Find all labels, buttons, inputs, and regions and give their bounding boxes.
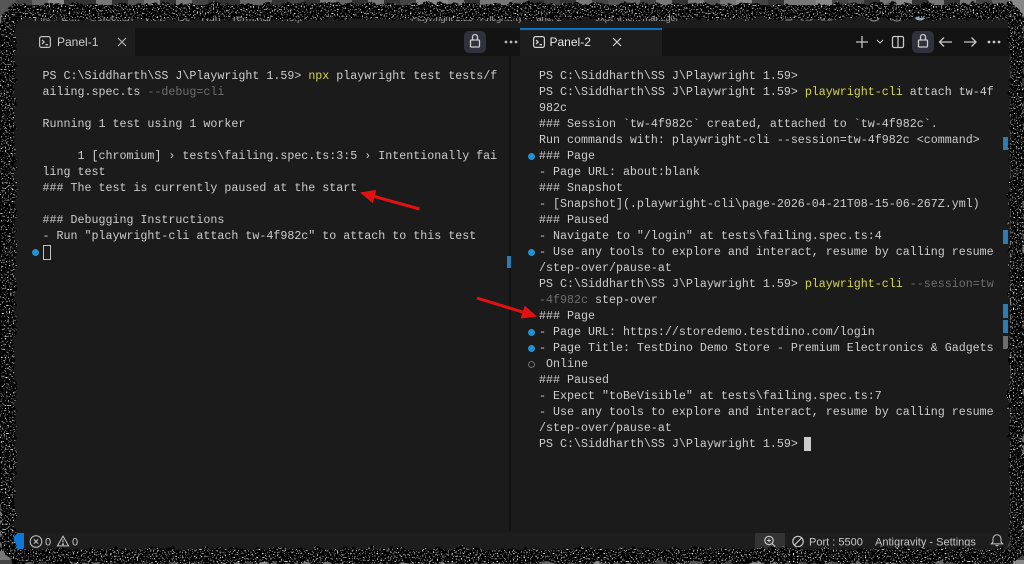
svg-text:0: 0 — [45, 537, 51, 549]
svg-text:0: 0 — [72, 537, 78, 549]
svg-text:Antigravity - Settings: Antigravity - Settings — [875, 537, 976, 549]
svg-text:Port : 5500: Port : 5500 — [809, 537, 863, 549]
